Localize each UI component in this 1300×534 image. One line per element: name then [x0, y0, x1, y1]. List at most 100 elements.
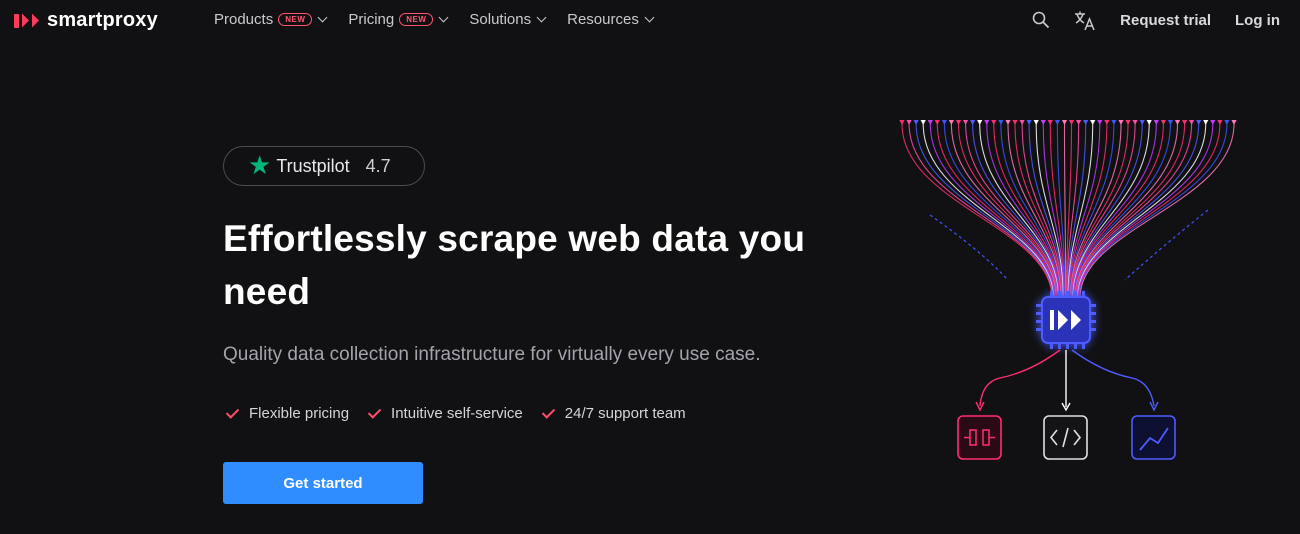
- stream-arrowhead: [991, 120, 997, 125]
- stream-arrowhead: [1125, 120, 1131, 125]
- stream-arrowhead: [1217, 120, 1223, 125]
- stream-arrowhead: [1231, 120, 1237, 125]
- stream-arrowhead: [1203, 120, 1209, 125]
- stream-arrowhead: [1005, 120, 1011, 125]
- stream-arrowhead: [1090, 120, 1096, 125]
- stream-arrowhead: [1047, 120, 1053, 125]
- trustpilot-name: Trustpilot: [276, 155, 350, 176]
- stream-arrowhead: [977, 120, 983, 125]
- main-menu: Products NEW Pricing NEW Solutions Resou…: [214, 11, 655, 28]
- login-link[interactable]: Log in: [1235, 12, 1280, 29]
- stream-arrowhead: [934, 120, 940, 125]
- stream-arrowhead: [1189, 120, 1195, 125]
- chip-icon: [1036, 291, 1096, 349]
- chart-icon: [1131, 415, 1176, 460]
- stream-arrowhead: [1076, 120, 1082, 125]
- feature-label: 24/7 support team: [564, 405, 686, 422]
- stream-arrows: [899, 120, 1237, 125]
- request-trial-link[interactable]: Request trial: [1120, 12, 1211, 29]
- feature-list: Flexible pricing Intuitive self-service …: [225, 404, 686, 422]
- feature-label: Intuitive self-service: [391, 405, 523, 422]
- stream-line: [1079, 123, 1235, 299]
- stream-arrowhead: [1153, 120, 1159, 125]
- stream-arrowhead: [1068, 120, 1075, 125]
- output-line-left: [979, 349, 1061, 407]
- stream-line: [1078, 123, 1221, 299]
- chevron-down-icon: [438, 12, 449, 23]
- stream-arrowhead: [1167, 120, 1173, 125]
- plug-icon: [957, 415, 1002, 460]
- trustpilot-score: 4.7: [365, 155, 391, 176]
- nav-item-pricing[interactable]: Pricing NEW: [348, 11, 449, 28]
- stream-arrowhead: [1040, 120, 1046, 125]
- stream-arrowhead: [1054, 120, 1060, 125]
- stream-arrowhead: [1111, 120, 1117, 125]
- check-icon: [367, 404, 382, 419]
- stream-arrowhead: [1160, 120, 1166, 125]
- stream-arrowhead: [1104, 120, 1110, 125]
- stream-arrowhead: [1026, 120, 1032, 125]
- feature-item: 24/7 support team: [541, 404, 686, 422]
- stream-arrowhead: [1196, 120, 1202, 125]
- trustpilot-badge[interactable]: ★ Trustpilot 4.7: [223, 146, 425, 186]
- feature-item: Intuitive self-service: [367, 404, 523, 422]
- stream-arrowhead: [1132, 120, 1138, 125]
- get-started-button[interactable]: Get started: [223, 462, 423, 504]
- stream-arrowhead: [1139, 120, 1145, 125]
- brand-logo[interactable]: smartproxy: [14, 9, 158, 32]
- check-icon: [225, 404, 240, 419]
- nav-item-label: Resources: [567, 11, 639, 28]
- stream-arrowhead: [1174, 120, 1181, 125]
- brand-name: smartproxy: [47, 9, 158, 31]
- data-streams: [901, 123, 1235, 299]
- stream-arrowhead: [998, 120, 1004, 125]
- feature-label: Flexible pricing: [249, 405, 350, 422]
- logo-mark-icon: [14, 13, 39, 28]
- stream-arrowhead: [1033, 120, 1039, 125]
- new-badge: NEW: [278, 13, 313, 26]
- stream-arrowhead: [1118, 120, 1124, 125]
- feature-item: Flexible pricing: [225, 404, 350, 422]
- translate-icon[interactable]: [1074, 11, 1096, 31]
- stream-arrowhead: [1224, 120, 1230, 125]
- stream-arrowhead: [948, 120, 954, 125]
- stream-arrowhead: [1210, 120, 1216, 125]
- stream-arrowhead: [1146, 120, 1152, 125]
- stream-arrowhead: [984, 120, 990, 125]
- top-navigation: smartproxy Products NEW Pricing NEW Solu…: [0, 0, 1300, 42]
- stream-arrowhead: [927, 120, 933, 125]
- stream-arrowhead: [970, 120, 976, 125]
- hero-subtitle: Quality data collection infrastructure f…: [223, 344, 761, 365]
- stream-arrowhead: [1061, 120, 1068, 125]
- stream-arrowhead: [1019, 120, 1025, 125]
- nav-item-resources[interactable]: Resources: [567, 11, 655, 28]
- stream-arrowhead: [963, 120, 969, 125]
- dashed-arrow-left: [929, 214, 1009, 281]
- nav-item-label: Solutions: [469, 11, 532, 28]
- chevron-down-icon: [317, 12, 328, 23]
- star-icon: ★: [248, 149, 272, 180]
- chevron-down-icon: [644, 12, 655, 23]
- chevron-down-icon: [536, 12, 547, 23]
- code-icon: [1043, 415, 1088, 460]
- stream-arrowhead: [920, 120, 926, 125]
- stream-arrowhead: [1097, 120, 1103, 125]
- stream-line: [901, 123, 1053, 299]
- stream-arrowhead: [1083, 120, 1089, 125]
- stream-arrowhead: [941, 120, 947, 125]
- stream-arrowhead: [913, 120, 919, 125]
- stream-arrowhead: [899, 120, 905, 125]
- stream-line: [908, 123, 1054, 299]
- stream-arrowhead: [906, 120, 912, 125]
- data-funnel-illustration: [899, 120, 1237, 460]
- stream-arrowhead: [1182, 120, 1188, 125]
- check-icon: [541, 404, 555, 419]
- nav-item-products[interactable]: Products NEW: [214, 11, 328, 28]
- stream-arrowhead: [955, 120, 962, 125]
- nav-item-label: Products: [214, 11, 274, 28]
- nav-item-solutions[interactable]: Solutions: [469, 11, 547, 28]
- stream-arrowhead: [1012, 120, 1018, 125]
- new-badge: NEW: [399, 13, 434, 26]
- nav-item-label: Pricing: [348, 11, 395, 28]
- search-icon[interactable]: [1032, 11, 1050, 29]
